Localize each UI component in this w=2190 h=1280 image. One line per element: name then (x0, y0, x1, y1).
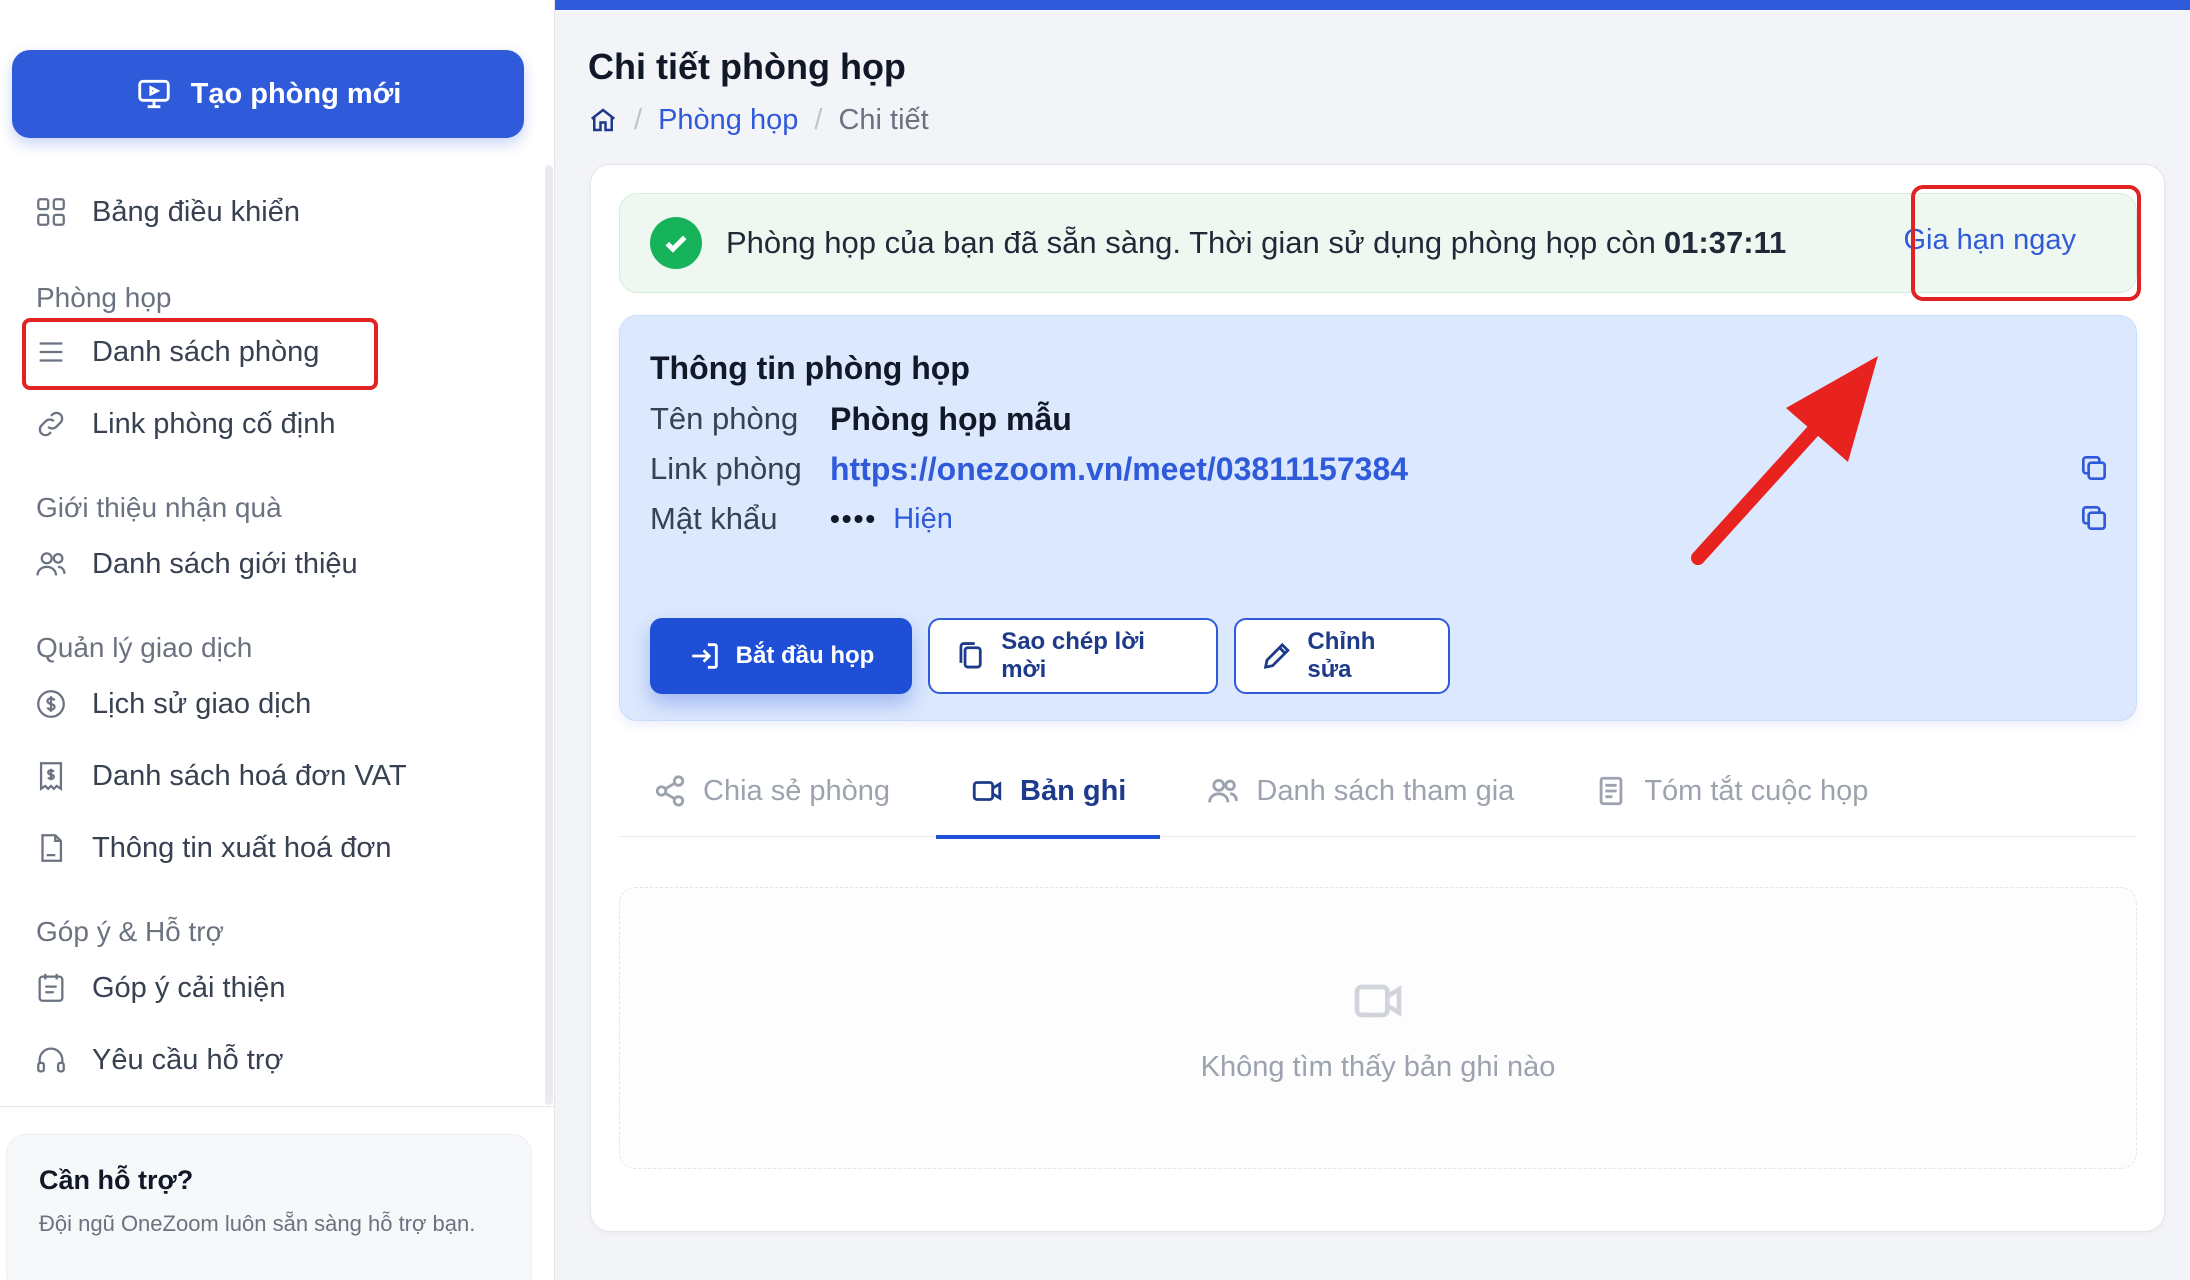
breadcrumb-separator: / (634, 103, 643, 136)
highlight-extend (1911, 185, 2141, 301)
password-mask: •••• (830, 503, 878, 534)
tab-label: Chia sẻ phòng (703, 774, 891, 807)
password-row: Mật khẩu •••• Hiện (650, 494, 953, 544)
sidebar: Tạo phòng mới Bảng điều khiển Phòng họp … (0, 0, 555, 1280)
breadcrumb: / Phòng họp / Chi tiết (588, 100, 929, 140)
room-info-title: Thông tin phòng họp (650, 350, 970, 386)
receipt-icon (39, 762, 63, 791)
headset-icon (37, 1047, 65, 1073)
sidebar-item-label: Lịch sử giao dịch (92, 687, 312, 720)
room-detail-card: Phòng họp của bạn đã sẵn sàng. Thời gian… (590, 164, 2165, 1232)
section-title-support: Góp ý & Hỗ trợ (36, 916, 224, 947)
sign-in-icon (691, 643, 718, 669)
tab-meeting-summary[interactable]: Tóm tắt cuộc họp (1560, 745, 1902, 837)
breadcrumb-meetings[interactable]: Phòng họp (658, 104, 798, 137)
sidebar-item-invoice-info[interactable]: Thông tin xuất hoá đơn (34, 826, 392, 870)
check-circle-icon (650, 217, 702, 269)
top-accent-bar (555, 0, 2190, 10)
tab-recordings[interactable]: Bản ghi (936, 745, 1161, 839)
sidebar-item-label: Góp ý cải thiện (92, 971, 286, 1004)
tab-label: Tóm tắt cuộc họp (1644, 774, 1869, 807)
tab-participants[interactable]: Danh sách tham gia (1172, 745, 1548, 837)
help-card: Cần hỗ trợ? Đội ngũ OneZoom luôn sẵn sàn… (6, 1134, 532, 1280)
section-title-meeting: Phòng họp (36, 282, 172, 313)
sidebar-item-transaction-history[interactable]: Lịch sử giao dịch (34, 682, 311, 726)
copy-icon (959, 642, 982, 669)
help-title: Cần hỗ trợ? (39, 1165, 194, 1195)
create-room-label: Tạo phòng mới (190, 77, 402, 110)
sidebar-item-feedback[interactable]: Góp ý cải thiện (34, 966, 285, 1010)
sidebar-divider (0, 1106, 555, 1107)
sidebar-item-label: Thông tin xuất hoá đơn (92, 831, 392, 864)
dollar-circle-icon (37, 690, 65, 718)
link-icon (38, 411, 64, 437)
sidebar-scrollbar[interactable] (545, 165, 553, 1105)
page-title: Chi tiết phòng họp (588, 46, 906, 87)
reveal-password-link[interactable]: Hiện (893, 503, 953, 536)
sidebar-item-label: Danh sách hoá đơn VAT (92, 759, 407, 792)
breadcrumb-separator: / (814, 103, 823, 136)
highlight-room-list (22, 318, 378, 390)
sidebar-item-referral-list[interactable]: Danh sách giới thiệu (34, 542, 358, 586)
tab-label: Bản ghi (1020, 774, 1127, 807)
document-icon (41, 834, 63, 862)
sidebar-item-support-request[interactable]: Yêu cầu hỗ trợ (34, 1038, 284, 1082)
section-title-referral: Giới thiệu nhận quà (36, 492, 282, 523)
room-info-panel: Thông tin phòng họp Tên phòng Phòng họp … (619, 315, 2137, 721)
room-link-row: Link phòng https://onezoom.vn/meet/03811… (650, 444, 1408, 494)
copy-invite-button[interactable]: Sao chép lời mời (928, 618, 1218, 694)
edit-room-label: Chỉnh sửa (1307, 628, 1376, 683)
room-link-label: Link phòng (650, 451, 802, 486)
room-link-value[interactable]: https://onezoom.vn/meet/03811157384 (830, 451, 1408, 488)
section-title-transactions: Quản lý giao dịch (36, 632, 253, 663)
room-name-label: Tên phòng (650, 401, 799, 436)
monitor-play-icon (137, 79, 170, 109)
tab-share-room[interactable]: Chia sẻ phòng (619, 745, 924, 837)
share-icon (655, 775, 685, 807)
tab-label: Danh sách tham gia (1256, 774, 1515, 807)
sidebar-item-fixed-link[interactable]: Link phòng cố định (34, 402, 335, 446)
ready-alert: Phòng họp của bạn đã sẵn sàng. Thời gian… (619, 193, 2137, 293)
sidebar-item-label: Link phòng cố định (92, 407, 336, 440)
sidebar-item-label: Danh sách giới thiệu (92, 547, 358, 580)
grid-icon (37, 198, 65, 226)
document-icon (1599, 776, 1623, 806)
empty-state-text: Không tìm thấy bản ghi nào (1200, 1050, 1556, 1083)
copy-link-icon[interactable] (2078, 452, 2110, 484)
users-icon (1208, 778, 1239, 803)
users-icon (36, 552, 66, 576)
sidebar-item-vat-invoices[interactable]: Danh sách hoá đơn VAT (34, 754, 407, 798)
copy-password-icon[interactable] (2078, 502, 2110, 534)
recordings-empty-state: Không tìm thấy bản ghi nào (619, 887, 2137, 1169)
room-actions: Bắt đầu họp Sao chép lời mời Chỉnh sửa (650, 618, 1450, 694)
start-meeting-button[interactable]: Bắt đầu họp (650, 618, 912, 694)
copy-invite-label: Sao chép lời mời (1001, 628, 1145, 683)
sidebar-item-label: Yêu cầu hỗ trợ (92, 1043, 284, 1076)
alert-text: Phòng họp của bạn đã sẵn sàng. Thời gian… (726, 225, 1656, 260)
breadcrumb-current: Chi tiết (838, 103, 929, 136)
pencil-icon (1263, 642, 1290, 669)
video-icon (1354, 984, 1402, 1017)
calendar-note-icon (38, 973, 64, 1002)
room-name-value: Phòng họp mẫu (830, 400, 1072, 437)
detail-tabs: Chia sẻ phòng Bản ghi Danh sách tham gia… (619, 745, 2137, 839)
sidebar-item-label: Bảng điều khiển (92, 195, 300, 228)
alert-time: 01:37:11 (1663, 225, 1787, 260)
room-name-row: Tên phòng Phòng họp mẫu (650, 394, 1072, 444)
annotation-arrow-icon (1691, 356, 1878, 565)
video-icon (972, 781, 1002, 801)
create-room-button[interactable]: Tạo phòng mới (12, 50, 524, 138)
edit-room-button[interactable]: Chỉnh sửa (1234, 618, 1450, 694)
sidebar-item-dashboard[interactable]: Bảng điều khiển (34, 190, 300, 234)
help-text: Đội ngũ OneZoom luôn sẵn sàng hỗ trợ bạn… (39, 1211, 476, 1236)
home-icon[interactable] (588, 105, 618, 135)
password-label: Mật khẩu (650, 501, 778, 536)
start-meeting-label: Bắt đầu họp (735, 642, 875, 669)
